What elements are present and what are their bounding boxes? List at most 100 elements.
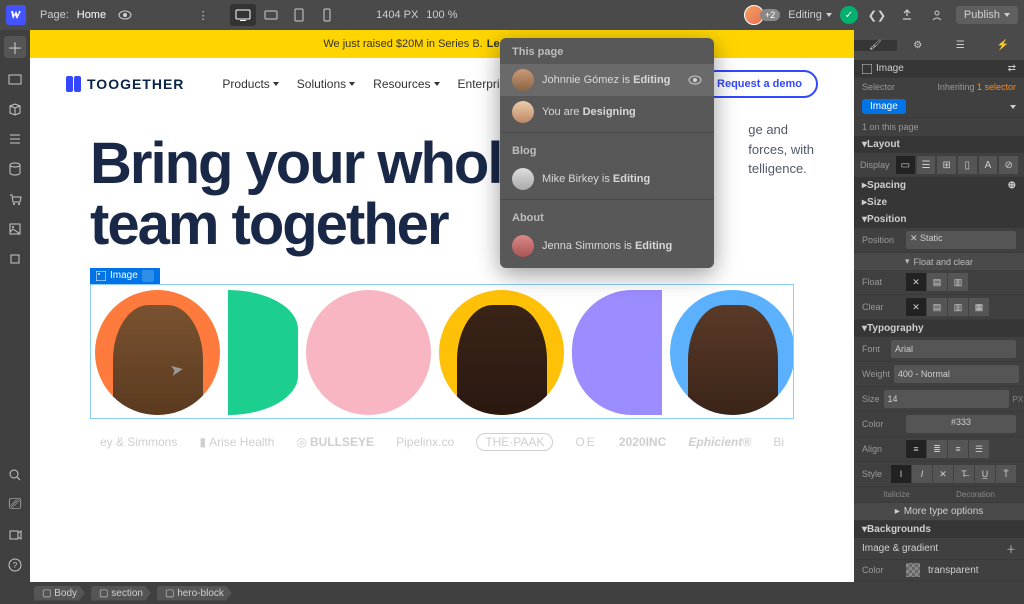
- style-tab-manager-icon[interactable]: ☰: [939, 40, 982, 51]
- canvas-zoom[interactable]: 100 %: [426, 9, 457, 21]
- navigator-icon[interactable]: [6, 130, 24, 148]
- align-left[interactable]: ≡: [906, 440, 926, 458]
- webflow-logo[interactable]: [6, 5, 26, 25]
- ecommerce-icon[interactable]: [6, 190, 24, 208]
- device-mobile-icon[interactable]: [314, 4, 340, 26]
- brand-logo[interactable]: TOOGETHER: [66, 76, 184, 92]
- align-justify[interactable]: ☰: [969, 440, 989, 458]
- color-input[interactable]: #333: [906, 415, 1016, 433]
- crumb-heroblock[interactable]: ▢ hero-block: [157, 586, 232, 601]
- clear-both[interactable]: ▦: [969, 298, 989, 316]
- font-select[interactable]: [891, 340, 1016, 358]
- assets-icon[interactable]: [6, 220, 24, 238]
- display-none-icon[interactable]: ⊘: [999, 156, 1018, 174]
- cms-icon[interactable]: [6, 160, 24, 178]
- deco-strike[interactable]: T̶: [954, 465, 974, 483]
- eye-icon[interactable]: [688, 73, 702, 87]
- status-check-icon[interactable]: ✓: [840, 6, 858, 24]
- display-flex-icon[interactable]: ☰: [917, 156, 936, 174]
- clear-left[interactable]: ▤: [927, 298, 947, 316]
- logo-7: 2020INC: [619, 435, 666, 449]
- weight-select[interactable]: [894, 365, 1019, 383]
- nav-products[interactable]: Products: [222, 77, 278, 91]
- device-tablet-landscape-icon[interactable]: [258, 4, 284, 26]
- canvas-width[interactable]: 1404 PX: [376, 9, 418, 21]
- float-right[interactable]: ▥: [948, 273, 968, 291]
- collab-item[interactable]: Mike Birkey is Editing: [500, 163, 714, 195]
- selection-gear-icon[interactable]: [142, 270, 154, 282]
- italic-off[interactable]: I: [891, 465, 911, 483]
- logo-6: OE: [575, 435, 596, 449]
- position-header[interactable]: ▾ Position: [854, 211, 1024, 228]
- left-toolbar: ＋ ⎚ ?: [0, 30, 30, 582]
- more-type-options[interactable]: ▸ More type options: [854, 503, 1024, 521]
- logo-2: ▮ Arise Health: [199, 435, 274, 449]
- hero-paragraph: ge andforces, withtelligence.: [748, 120, 814, 179]
- publish-button[interactable]: Publish: [956, 6, 1018, 24]
- audit-icon[interactable]: ⎚: [6, 496, 24, 514]
- video-icon[interactable]: [6, 526, 24, 544]
- design-canvas[interactable]: We just raised $20M in Series B. Learn m…: [30, 30, 854, 582]
- display-inlineblock-icon[interactable]: ▯: [958, 156, 977, 174]
- clear-right[interactable]: ▥: [948, 298, 968, 316]
- export-icon[interactable]: [896, 4, 918, 26]
- device-desktop-icon[interactable]: [230, 4, 256, 26]
- more-icon[interactable]: ⋮: [192, 4, 214, 26]
- layout-section-header[interactable]: ▾ Layout: [854, 136, 1024, 153]
- collab-heading-about: About: [500, 204, 714, 230]
- collab-heading-thispage: This page: [500, 38, 714, 64]
- float-clear-toggle[interactable]: ▾ Float and clear: [854, 253, 1024, 270]
- backgrounds-header[interactable]: ▾ Backgrounds: [854, 521, 1024, 538]
- search-icon[interactable]: [6, 466, 24, 484]
- pages-icon[interactable]: [6, 70, 24, 88]
- style-tab-interactions-icon[interactable]: ⚡: [982, 40, 1024, 51]
- add-bg-icon[interactable]: ＋: [1006, 541, 1016, 556]
- float-none[interactable]: ✕: [906, 273, 926, 291]
- page-label: Page:: [40, 9, 69, 21]
- float-left[interactable]: ▤: [927, 273, 947, 291]
- selected-image-row[interactable]: [90, 284, 794, 419]
- crumb-body[interactable]: ▢ Body: [34, 586, 85, 601]
- crumb-section[interactable]: ▢ section: [91, 586, 151, 601]
- page-name[interactable]: Home: [77, 9, 106, 21]
- clear-none[interactable]: ✕: [906, 298, 926, 316]
- selection-label[interactable]: Image: [90, 268, 160, 284]
- display-block-icon[interactable]: ▭: [896, 156, 915, 174]
- eye-icon[interactable]: [114, 4, 136, 26]
- device-tablet-icon[interactable]: [286, 4, 312, 26]
- code-icon[interactable]: ❮❯: [866, 4, 888, 26]
- style-tab-brush-icon[interactable]: 🖌: [854, 40, 897, 51]
- collab-item[interactable]: Johnnie Gómez is Editing: [500, 64, 714, 96]
- demo-button[interactable]: Request a demo: [701, 70, 818, 98]
- logo-1: ey & Simmons: [100, 435, 177, 449]
- italic-on[interactable]: I: [912, 465, 932, 483]
- spacing-header[interactable]: ▸ Spacing⊕: [854, 177, 1024, 194]
- box-icon[interactable]: [6, 100, 24, 118]
- deco-over[interactable]: T̄: [996, 465, 1016, 483]
- align-right[interactable]: ≡: [948, 440, 968, 458]
- help-icon[interactable]: ?: [6, 556, 24, 574]
- deco-none[interactable]: ✕: [933, 465, 953, 483]
- selector-chip[interactable]: Image: [862, 99, 906, 114]
- display-inline-icon[interactable]: A: [979, 156, 998, 174]
- deco-under[interactable]: U̲: [975, 465, 995, 483]
- style-tab-gear-icon[interactable]: ⚙: [897, 40, 940, 51]
- collab-item[interactable]: You are Designing: [500, 96, 714, 128]
- collab-item[interactable]: Jenna Simmons is Editing: [500, 230, 714, 262]
- display-grid-icon[interactable]: ⊞: [937, 156, 956, 174]
- nav-solutions[interactable]: Solutions: [297, 77, 355, 91]
- nav-resources[interactable]: Resources: [373, 77, 439, 91]
- size-input[interactable]: [884, 390, 1009, 408]
- logo-5: THE·PAAK: [476, 433, 553, 451]
- add-element-icon[interactable]: ＋: [4, 36, 26, 58]
- settings2-icon[interactable]: [6, 250, 24, 268]
- typography-header[interactable]: ▾ Typography: [854, 320, 1024, 337]
- editing-mode-dropdown[interactable]: Editing: [788, 9, 832, 21]
- position-select[interactable]: ✕ Static: [906, 231, 1016, 249]
- users-icon[interactable]: [926, 4, 948, 26]
- collaborator-panel: This page Johnnie Gómez is Editing You a…: [500, 38, 714, 268]
- collaborators-avatars[interactable]: +2: [744, 5, 780, 25]
- align-center[interactable]: ≣: [927, 440, 947, 458]
- size-header[interactable]: ▸ Size: [854, 194, 1024, 211]
- hero-section: ge andforces, withtelligence. Bring your…: [30, 110, 854, 465]
